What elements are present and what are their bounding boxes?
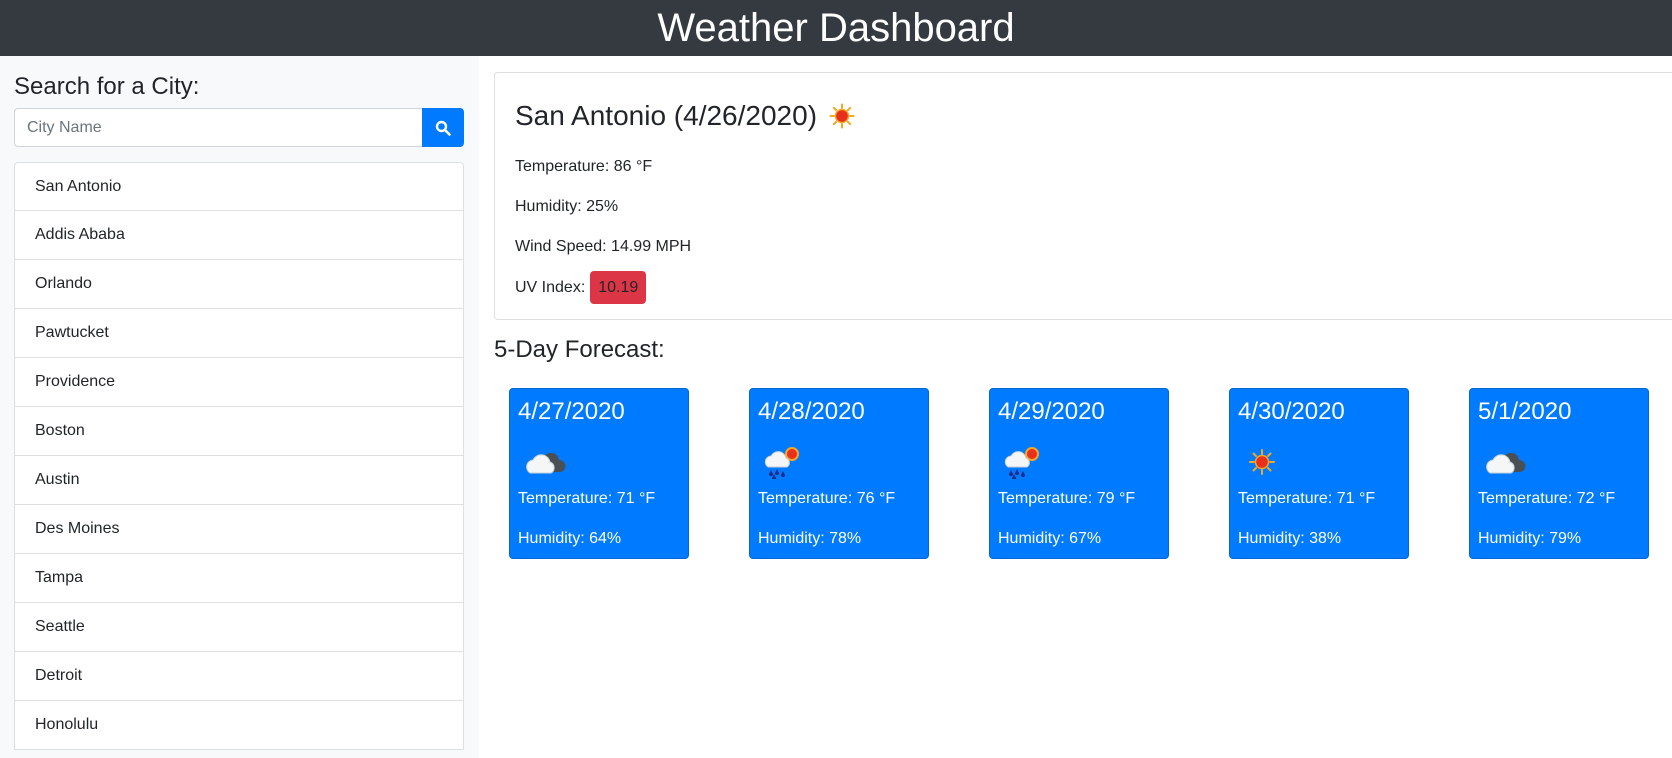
forecast-temperature: Temperature: 76 °F (758, 490, 896, 507)
city-list-item[interactable]: Austin (14, 456, 464, 505)
forecast-card: 4/29/2020 Temperature: 79 °F Humidity: 6… (989, 388, 1169, 559)
city-list-item[interactable]: Seattle (14, 603, 464, 652)
current-temperature: Temperature: 86 °F (515, 158, 653, 175)
uv-index-badge: 10.19 (590, 271, 647, 304)
city-list-item[interactable]: Addis Ababa (14, 211, 464, 260)
forecast-humidity: Humidity: 38% (1238, 530, 1342, 547)
city-list-item[interactable]: Detroit (14, 652, 464, 701)
search-button[interactable] (422, 108, 464, 147)
forecast-date: 4/27/2020 (518, 398, 625, 425)
city-search-input[interactable] (14, 108, 422, 147)
cloud-icon (1486, 452, 1526, 474)
current-city-date: San Antonio (4/26/2020) (515, 100, 818, 131)
forecast-humidity: Humidity: 64% (518, 530, 622, 547)
forecast-temperature: Temperature: 71 °F (1238, 490, 1376, 507)
city-list-item[interactable]: San Antonio (14, 162, 464, 211)
current-weather-card: San Antonio (4/26/2020) Temperature: 86 … (494, 72, 1672, 320)
city-history-list: San Antonio Addis Ababa Orlando Pawtucke… (14, 162, 464, 750)
current-wind-speed: Wind Speed: 14.99 MPH (515, 238, 692, 255)
forecast-heading: 5-Day Forecast: (494, 336, 665, 363)
current-uv-row: UV Index: 10.19 (515, 271, 647, 304)
forecast-temperature: Temperature: 71 °F (518, 490, 656, 507)
forecast-date: 5/1/2020 (1478, 398, 1572, 425)
forecast-date: 4/29/2020 (998, 398, 1105, 425)
city-list-item[interactable]: Orlando (14, 260, 464, 309)
search-heading: Search for a City: (14, 73, 200, 100)
forecast-card: 4/27/2020 Temperature: 71 °F Humidity: 6… (509, 388, 689, 559)
city-list-item[interactable]: Pawtucket (14, 309, 464, 358)
city-list-item[interactable]: Honolulu (14, 701, 464, 750)
current-humidity: Humidity: 25% (515, 198, 619, 215)
forecast-temperature: Temperature: 72 °F (1478, 490, 1616, 507)
forecast-date: 4/30/2020 (1238, 398, 1345, 425)
search-group (14, 108, 464, 147)
forecast-card: 4/28/2020 Temperature: 76 °F Humidity: 7… (749, 388, 929, 559)
city-list-item[interactable]: Providence (14, 358, 464, 407)
sun-icon (1249, 449, 1275, 475)
city-list-item[interactable]: Des Moines (14, 505, 464, 554)
navbar: Weather Dashboard (0, 0, 1672, 56)
sun-icon (829, 103, 855, 129)
current-weather-title: San Antonio (4/26/2020) (515, 99, 855, 133)
page-title: Weather Dashboard (657, 6, 1015, 50)
cloud-icon (526, 452, 566, 474)
forecast-date: 4/28/2020 (758, 398, 865, 425)
search-icon (435, 120, 451, 136)
forecast-humidity: Humidity: 79% (1478, 530, 1582, 547)
rain-sun-icon (1004, 447, 1039, 479)
forecast-card: 4/30/2020 Temperature: 71 °F Humidity: 3… (1229, 388, 1409, 559)
forecast-temperature: Temperature: 79 °F (998, 490, 1136, 507)
forecast-humidity: Humidity: 78% (758, 530, 862, 547)
uv-index-label: UV Index: (515, 278, 586, 296)
forecast-humidity: Humidity: 67% (998, 530, 1102, 547)
forecast-card: 5/1/2020 Temperature: 72 °F Humidity: 79… (1469, 388, 1649, 559)
city-list-item[interactable]: Tampa (14, 554, 464, 603)
rain-sun-icon (764, 447, 799, 479)
city-list-item[interactable]: Boston (14, 407, 464, 456)
